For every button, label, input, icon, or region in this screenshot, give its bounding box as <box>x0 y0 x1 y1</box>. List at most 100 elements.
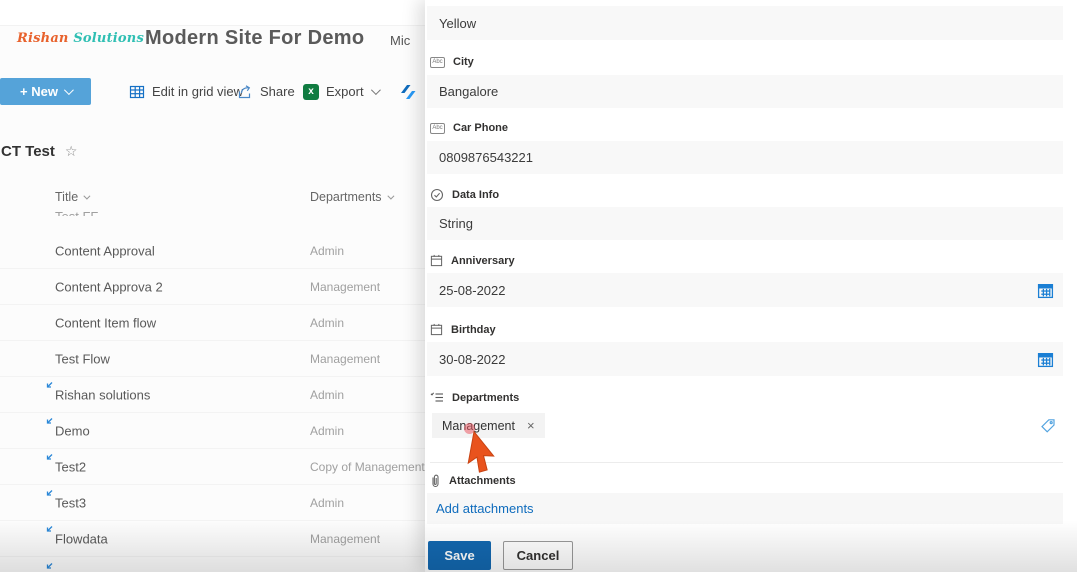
row-departments: Admin <box>310 243 345 258</box>
table-row-partial[interactable]: Test FF <box>55 209 98 216</box>
remove-tag-icon[interactable]: × <box>527 418 535 433</box>
row-departments: Admin <box>310 495 345 510</box>
attention-arrow-icon <box>44 381 54 391</box>
table-row[interactable]: Content Approval Admin <box>0 233 432 269</box>
birthday-field-label: Birthday <box>430 323 496 336</box>
row-title: Flowdata <box>55 531 108 546</box>
calendar-icon <box>430 323 443 336</box>
data-info-field-label: Data Info <box>430 188 499 202</box>
automate-icon <box>398 84 416 100</box>
table-row[interactable]: Demo Admin <box>0 413 432 449</box>
suite-bar <box>0 0 432 26</box>
edit-in-grid-view-label: Edit in grid view <box>152 84 244 99</box>
list-title-text: CT Test <box>1 143 55 160</box>
edit-item-panel: Yellow Abc City Bangalore Abc Car Phone … <box>425 0 1077 572</box>
row-title: Content Item flow <box>55 315 157 330</box>
attention-arrow-icon <box>44 417 54 427</box>
table-row[interactable]: Rishan solutions Admin <box>0 377 432 413</box>
text-field-icon: Abc <box>430 122 445 134</box>
calendar-icon <box>430 254 443 267</box>
row-title: Test3 <box>55 495 87 510</box>
new-button-label: + New <box>20 84 58 99</box>
row-departments: Admin <box>310 387 345 402</box>
departments-field-label: Departments <box>430 391 519 404</box>
row-departments: Management <box>310 279 381 294</box>
city-field-label: Abc City <box>430 56 474 68</box>
chevron-down-icon <box>63 85 74 96</box>
share-button[interactable]: Share <box>236 78 295 105</box>
favorite-star-icon[interactable]: ☆ <box>65 143 78 160</box>
cancel-button[interactable]: Cancel <box>503 541 573 570</box>
multichoice-icon <box>430 391 444 404</box>
column-header-departments[interactable]: Departments <box>310 190 395 204</box>
anniversary-input[interactable]: 25-08-2022 <box>427 273 1063 307</box>
paperclip-icon <box>430 474 441 488</box>
share-label: Share <box>260 84 295 99</box>
row-title: Demo <box>55 423 90 438</box>
attention-arrow-icon <box>44 562 54 572</box>
section-divider <box>430 462 1063 463</box>
check-circle-icon <box>430 188 444 202</box>
attachments-area: Add attachments <box>427 493 1063 524</box>
row-departments: Management <box>310 531 381 546</box>
list-title: CT Test ☆ <box>1 143 77 160</box>
attention-arrow-icon <box>44 525 54 535</box>
row-departments: Copy of Management <box>310 459 425 474</box>
logo-text-2: Solutions <box>73 31 144 46</box>
car-phone-input[interactable]: 0809876543221 <box>427 141 1063 174</box>
car-phone-field-label: Abc Car Phone <box>430 122 508 134</box>
new-button[interactable]: + New <box>0 78 91 105</box>
automate-button[interactable] <box>398 78 416 105</box>
save-button[interactable]: Save <box>428 541 491 570</box>
click-highlight <box>464 423 475 434</box>
site-title: Modern Site For Demo <box>145 27 365 49</box>
tag-picker-icon[interactable] <box>1040 418 1056 434</box>
table-row[interactable]: Test3 Admin <box>0 485 432 521</box>
export-label: Export <box>326 84 364 99</box>
anniversary-value: 25-08-2022 <box>439 282 506 298</box>
attention-arrow-icon <box>44 489 54 499</box>
city-input[interactable]: Bangalore <box>427 75 1063 108</box>
table-row[interactable]: Test Flow Management <box>0 341 432 377</box>
row-departments: Admin <box>310 315 345 330</box>
row-departments: Management <box>310 351 381 366</box>
chevron-down-icon <box>386 192 395 200</box>
row-title: Content Approva 2 <box>55 279 163 294</box>
logo-text-1: Rishan <box>17 31 69 46</box>
table-body: Content Approval Admin Content Approva 2… <box>0 233 432 557</box>
data-info-input[interactable]: String <box>427 207 1063 240</box>
row-title: Rishan solutions <box>55 387 151 402</box>
table-row[interactable]: Content Approva 2 Management <box>0 269 432 305</box>
export-button[interactable]: x Export <box>303 78 381 105</box>
top-nav-partial: Mic <box>390 33 411 48</box>
table-row[interactable]: Test2 Copy of Management <box>0 449 432 485</box>
chevron-down-icon <box>83 192 91 200</box>
tag-label: Management <box>442 418 515 433</box>
add-attachments-link[interactable]: Add attachments <box>436 501 534 516</box>
birthday-value: 30-08-2022 <box>439 351 506 367</box>
datepicker-calendar-icon[interactable] <box>1037 281 1055 299</box>
column-header-title[interactable]: Title <box>55 190 91 204</box>
attention-arrow-icon <box>44 453 54 463</box>
edit-in-grid-view-button[interactable]: Edit in grid view <box>129 78 243 105</box>
grid-icon <box>129 84 145 100</box>
datepicker-calendar-icon[interactable] <box>1037 350 1055 368</box>
department-tag-management[interactable]: Management × <box>432 413 545 438</box>
share-icon <box>236 84 253 100</box>
top-field-input[interactable]: Yellow <box>427 6 1063 40</box>
excel-icon: x <box>303 83 319 100</box>
attachments-field-label: Attachments <box>430 474 516 488</box>
site-logo[interactable]: Rishan Solutions <box>17 31 144 46</box>
row-title: Test Flow <box>55 351 110 366</box>
table-row[interactable]: Content Item flow Admin <box>0 305 432 341</box>
row-title: Content Approval <box>55 243 155 258</box>
text-field-icon: Abc <box>430 56 445 68</box>
birthday-input[interactable]: 30-08-2022 <box>427 342 1063 376</box>
anniversary-field-label: Anniversary <box>430 254 515 267</box>
chevron-down-icon <box>370 85 381 96</box>
list-page: Rishan Solutions Modern Site For Demo Mi… <box>0 0 432 572</box>
command-bar: + New Edit in grid view Share x Export <box>0 78 432 106</box>
table-row[interactable]: Flowdata Management <box>0 521 432 557</box>
row-title: Test2 <box>55 459 87 474</box>
row-departments: Admin <box>310 423 345 438</box>
